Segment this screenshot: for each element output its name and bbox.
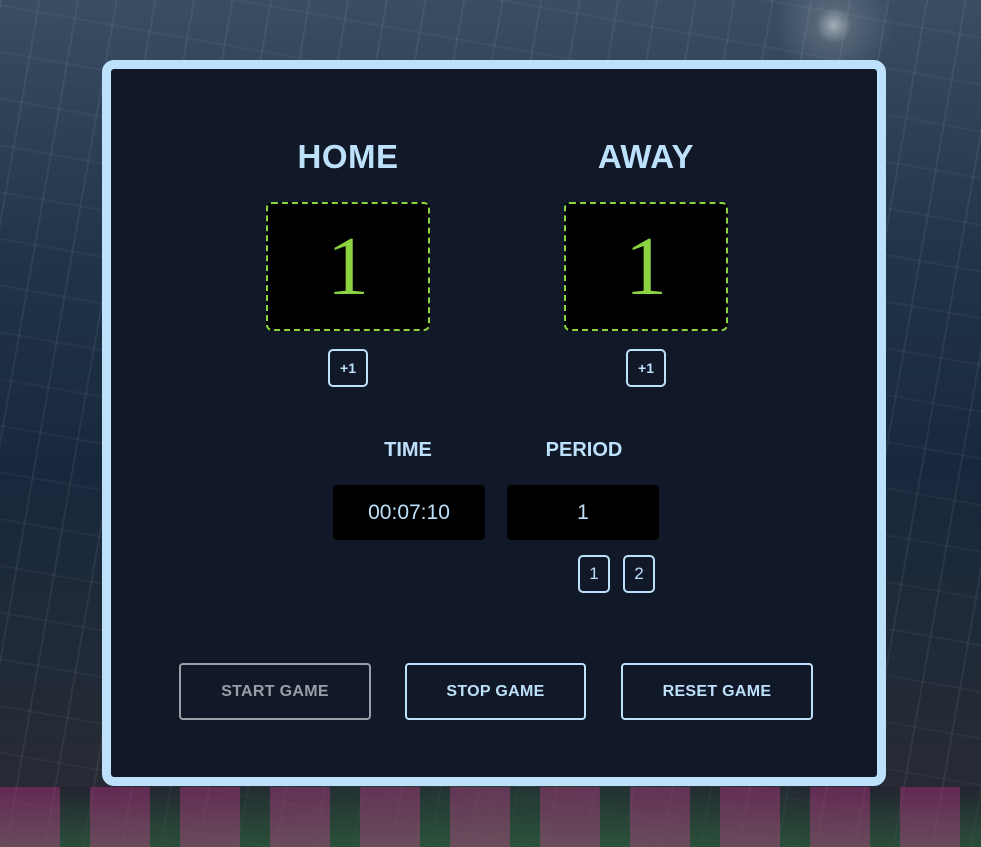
away-plus-one-button[interactable]: +1 bbox=[626, 349, 666, 387]
period-display: 1 bbox=[507, 485, 659, 540]
home-team-name: HOME bbox=[297, 138, 399, 175]
stadium-background bbox=[0, 787, 981, 847]
period-label: PERIOD bbox=[545, 439, 623, 461]
away-score-display: 1 bbox=[564, 202, 728, 331]
start-game-button[interactable]: START GAME bbox=[179, 663, 371, 720]
home-team-section: HOME 1 +1 bbox=[266, 137, 430, 387]
scoreboard-panel: HOME 1 +1 AWAY 1 +1 TIME PERIOD 00:07:10… bbox=[102, 60, 886, 786]
time-label: TIME bbox=[384, 439, 432, 461]
away-team-name: AWAY bbox=[597, 138, 695, 175]
home-score-value: 1 bbox=[327, 219, 369, 313]
home-score-display: 1 bbox=[266, 202, 430, 331]
time-display: 00:07:10 bbox=[333, 485, 485, 540]
away-score-value: 1 bbox=[625, 219, 667, 313]
period-2-button[interactable]: 2 bbox=[623, 555, 655, 593]
home-plus-one-button[interactable]: +1 bbox=[328, 349, 368, 387]
stop-game-button[interactable]: STOP GAME bbox=[405, 663, 586, 720]
reset-game-button[interactable]: RESET GAME bbox=[621, 663, 813, 720]
period-1-button[interactable]: 1 bbox=[578, 555, 610, 593]
away-team-section: AWAY 1 +1 bbox=[564, 137, 728, 387]
